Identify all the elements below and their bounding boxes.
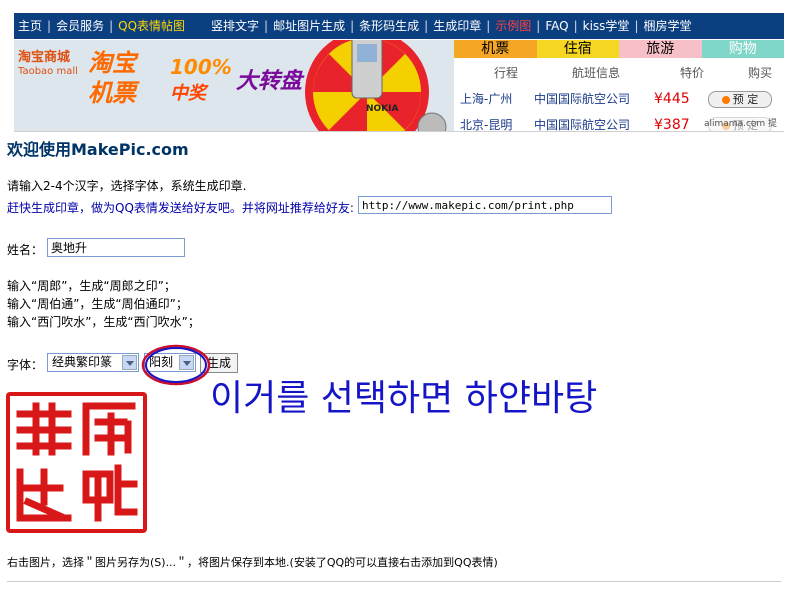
deal-price: ¥445 <box>654 91 690 107</box>
nav-separator: | <box>350 19 355 33</box>
col-price: 特价 <box>680 66 705 80</box>
ad-prize: 中奖 <box>170 83 206 104</box>
nav-qq-emoticon[interactable]: QQ表情帖图 <box>118 13 185 39</box>
nav-faq[interactable]: FAQ <box>545 13 568 39</box>
example-3: 输入“西门吹水”，生成“西门吹水”； <box>7 315 200 329</box>
nav-member-service[interactable]: 会员服务 <box>56 13 104 39</box>
font-label: 字体： <box>7 358 44 372</box>
nav-separator: | <box>486 19 491 33</box>
nav-seal-generator[interactable]: 生成印章 <box>433 13 481 39</box>
col-buy: 购买 <box>748 66 773 80</box>
advertisement-banner[interactable]: 淘宝商城 Taobao mall 淘宝 机票 100% 中奖 大转盘 NOKIA… <box>14 40 784 132</box>
page-title: 欢迎使用MakePic.com <box>7 140 189 159</box>
annotation-text: 이거를 선택하면 하얀바탕 <box>210 378 598 419</box>
name-input[interactable] <box>47 238 185 257</box>
ad-provider-watermark: alimama.com 提供 <box>704 116 784 131</box>
annotation-circle-icon <box>141 344 211 386</box>
ad-title-line2: 机票 <box>88 79 136 107</box>
logo-en-text: Taobao mall <box>18 66 78 77</box>
tab-flights[interactable]: 机票 <box>454 40 537 58</box>
font-select[interactable]: 经典繁印篆 <box>47 353 139 372</box>
instruction-text: 请输入2-4个汉字，选择字体，系统生成印章. <box>7 179 247 193</box>
nav-separator: | <box>424 19 429 33</box>
nav-email-image[interactable]: 邮址图片生成 <box>273 13 345 39</box>
divider <box>7 581 781 582</box>
col-route: 行程 <box>494 66 519 80</box>
nav-separator: | <box>47 19 52 33</box>
nav-home[interactable]: 主页 <box>18 13 42 39</box>
col-flight-info: 航班信息 <box>572 66 621 80</box>
nav-vertical-text[interactable]: 竖排文字 <box>211 13 259 39</box>
ad-title-line1: 淘宝 <box>88 49 136 77</box>
taobao-ad[interactable]: 淘宝商城 Taobao mall 淘宝 机票 100% 中奖 大转盘 NOKIA <box>14 40 454 131</box>
ad-percent: 100% <box>170 55 232 79</box>
nav-barcode[interactable]: 条形码生成 <box>359 13 419 39</box>
nav-separator: | <box>634 19 639 33</box>
example-1: 输入“周郎”，生成“周郎之印”； <box>7 279 176 293</box>
seal-image <box>6 392 147 533</box>
nav-kiss-school[interactable]: kiss学堂 <box>583 13 630 39</box>
share-text: 赶快生成印章，做为QQ表情发送给好友吧。并将网址推荐给好友: <box>7 201 354 215</box>
ad-big-wheel: 大转盘 <box>236 69 303 94</box>
deal-row: 上海-广州 中国国际航空公司 ¥445 预 定 <box>454 88 784 110</box>
nav-separator: | <box>109 19 114 33</box>
deal-airline[interactable]: 中国国际航空公司 <box>534 88 630 110</box>
save-instructions: 右击图片，选择＂图片另存为(S)...＂，将图片保存到本地.(安装了QQ的可以直… <box>7 556 498 569</box>
taobao-logo: 淘宝商城 Taobao mall <box>18 50 88 80</box>
nav-examples[interactable]: 示例图 <box>495 13 531 39</box>
top-navigation: 主页 | 会员服务 | QQ表情帖图 竖排文字 | 邮址图片生成 | 条形码生成 | 生成印章 | 示例图… <box>14 13 784 39</box>
logo-cn-text: 淘宝商城 <box>18 50 71 65</box>
nav-separator: | <box>264 19 269 33</box>
tab-hotels[interactable]: 住宿 <box>536 40 619 58</box>
font-select-value: 经典繁印篆 <box>52 355 113 369</box>
chevron-down-icon[interactable] <box>122 355 137 370</box>
book-button-label: 预 定 <box>732 93 759 106</box>
deal-price: ¥387 <box>654 117 690 132</box>
share-url-field[interactable] <box>358 196 612 214</box>
deal-route[interactable]: 上海-广州 <box>460 88 512 110</box>
deal-route[interactable]: 北京-昆明 <box>460 114 512 131</box>
prize-wheel-icon <box>305 40 447 131</box>
book-icon <box>721 96 730 104</box>
book-button[interactable]: 预 定 <box>708 91 772 108</box>
tab-travel[interactable]: 旅游 <box>619 40 702 58</box>
name-label: 姓名： <box>7 243 44 257</box>
tab-shopping[interactable]: 购物 <box>701 40 784 58</box>
example-2: 输入“周伯通”，生成“周伯通印”； <box>7 297 188 311</box>
deal-airline[interactable]: 中国国际航空公司 <box>534 114 630 131</box>
nav-separator: | <box>573 19 578 33</box>
deal-tabs: 机票 住宿 旅游 购物 <box>454 40 784 58</box>
phone-brand-label: NOKIA <box>366 104 399 114</box>
nav-separator: | <box>536 19 541 33</box>
nav-school[interactable]: 梱房学堂 <box>643 13 691 39</box>
